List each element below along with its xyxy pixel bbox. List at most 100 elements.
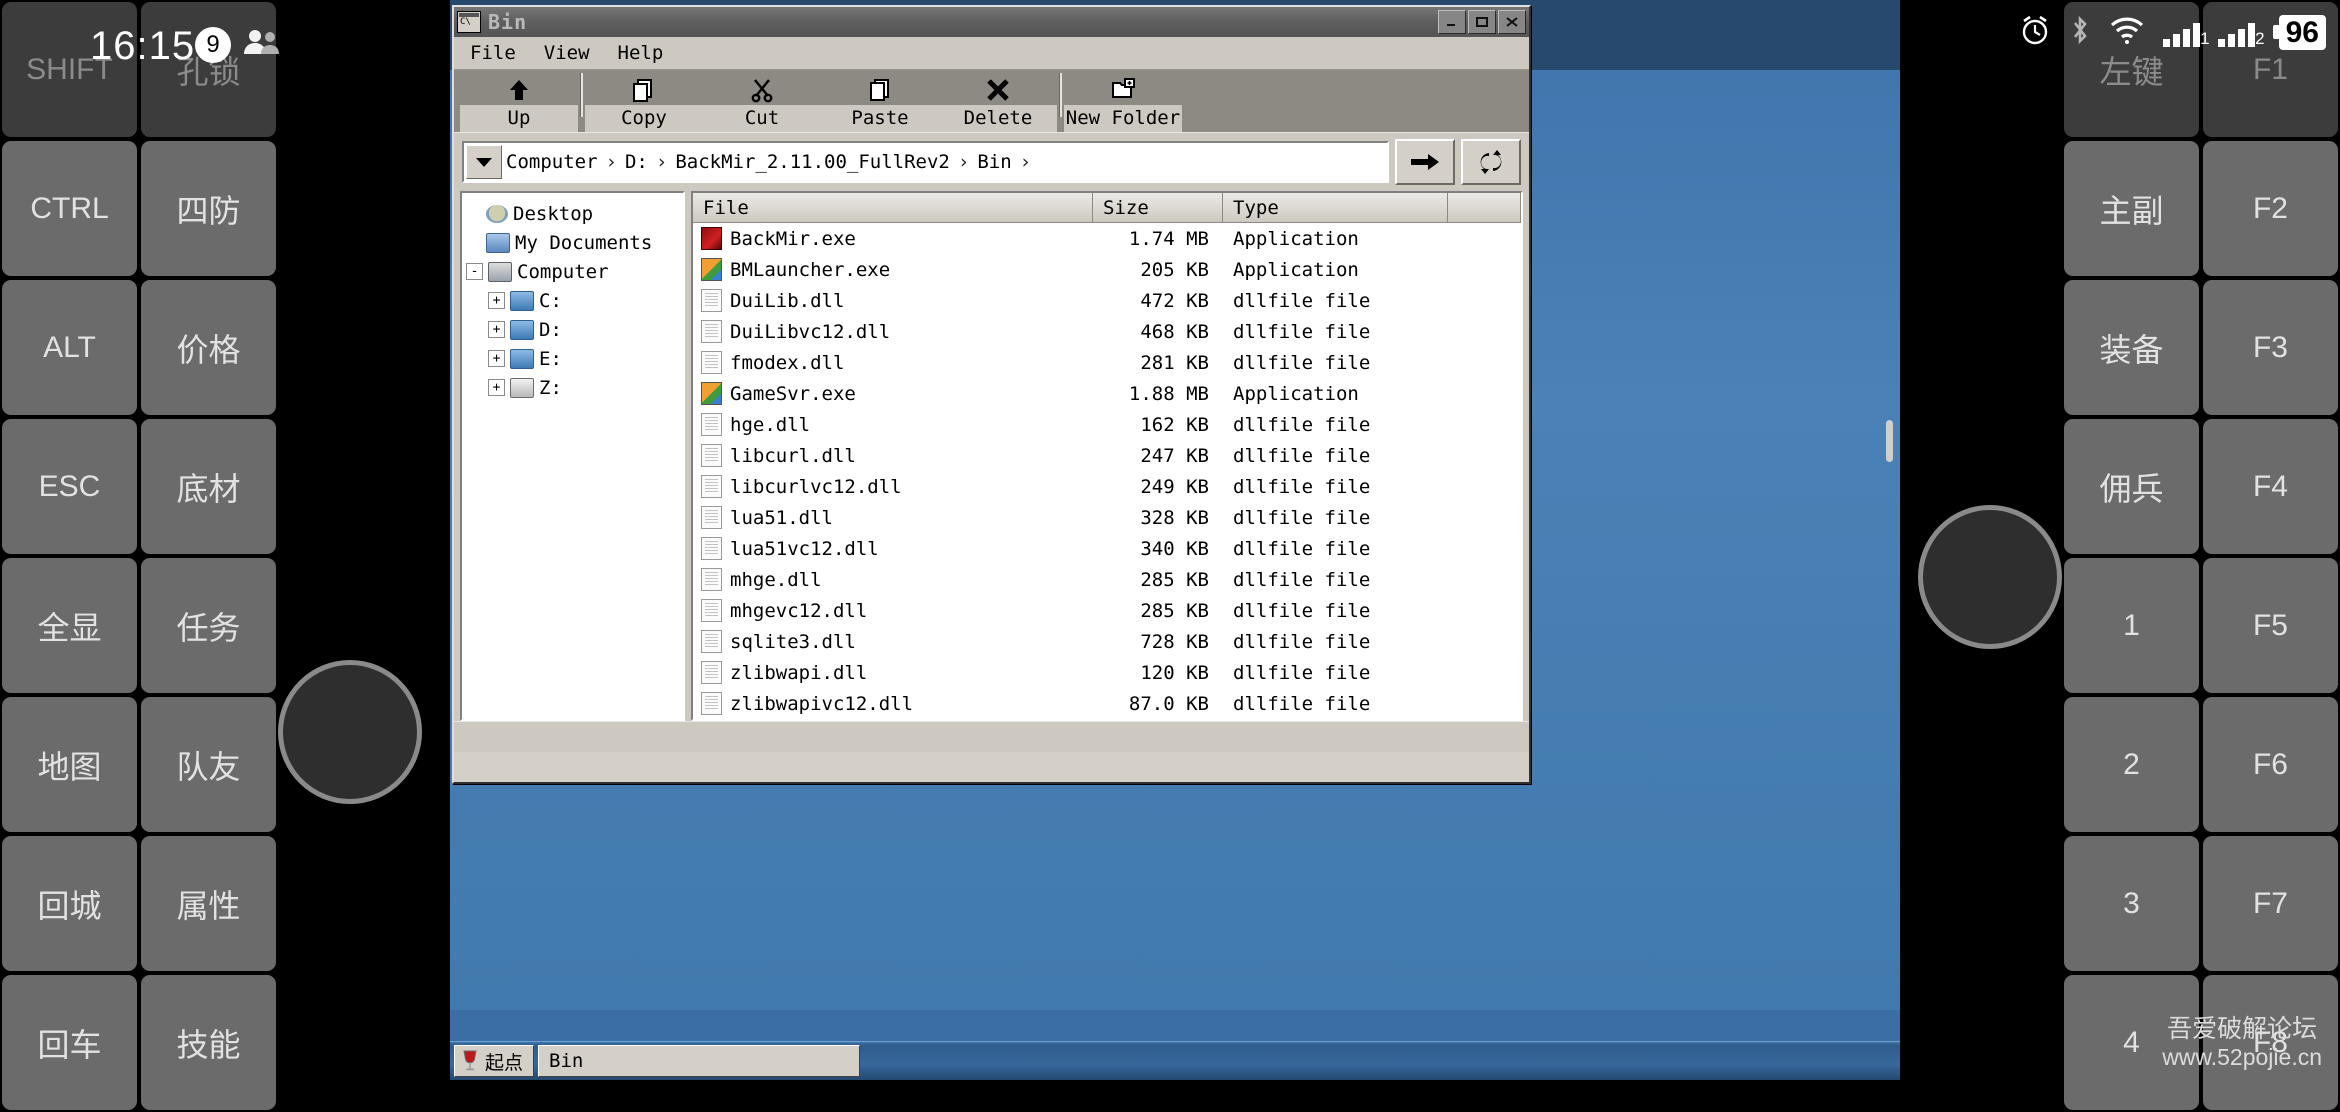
gamepad-key-right-14[interactable]: 4 [2064, 975, 2199, 1110]
taskbar-item-bin[interactable]: Bin [538, 1045, 861, 1077]
window-titlebar[interactable]: Bin [454, 7, 1529, 37]
breadcrumb-empty-area[interactable] [1035, 146, 1385, 178]
file-name-cell[interactable]: libcurl.dll [693, 444, 1093, 467]
gamepad-key-left-2[interactable]: CTRL [2, 141, 137, 276]
gamepad-key-left-0[interactable]: SHIFT [2, 2, 137, 137]
table-row[interactable]: libcurlvc12.dll 249 KB dllfile file [693, 471, 1521, 502]
gamepad-key-left-11[interactable]: 队友 [141, 697, 276, 832]
column-header-file[interactable]: File [693, 193, 1093, 222]
tree-node-drive-d[interactable]: + D: [466, 315, 679, 344]
gamepad-key-left-8[interactable]: 全显 [2, 558, 137, 693]
tree-node-drive-z[interactable]: + Z: [466, 373, 679, 402]
minimize-button[interactable] [1438, 10, 1466, 34]
table-row[interactable]: zlibwapi.dll 120 KB dllfile file [693, 657, 1521, 688]
gamepad-key-left-5[interactable]: 价格 [141, 280, 276, 415]
gamepad-key-right-2[interactable]: 主副 [2064, 141, 2199, 276]
tree-node-my-documents[interactable]: My Documents [466, 228, 679, 257]
file-name-cell[interactable]: BMLauncher.exe [693, 258, 1093, 281]
tree-expander-drive-d[interactable]: + [488, 321, 505, 338]
gamepad-key-right-6[interactable]: 佣兵 [2064, 419, 2199, 554]
toolbar-button-delete[interactable]: Delete [939, 70, 1057, 132]
column-header-size[interactable]: Size [1093, 193, 1223, 222]
gamepad-key-left-15[interactable]: 技能 [141, 975, 276, 1110]
table-row[interactable]: mhge.dll 285 KB dllfile file [693, 564, 1521, 595]
menu-item-file[interactable]: File [470, 42, 516, 64]
file-list-panel[interactable]: File Size Type BackMir.exe 1.74 MB Applica… [691, 191, 1523, 721]
gamepad-key-right-8[interactable]: 1 [2064, 558, 2199, 693]
breadcrumb-backmir[interactable]: BackMir_2.11.00_FullRev2 › [671, 146, 973, 178]
gamepad-key-right-15[interactable]: F8 [2203, 975, 2338, 1110]
file-name-cell[interactable]: libcurlvc12.dll [693, 475, 1093, 498]
go-button[interactable] [1395, 139, 1455, 185]
tree-expander-drive-e[interactable]: + [488, 350, 505, 367]
file-name-cell[interactable]: mhgevc12.dll [693, 599, 1093, 622]
table-row[interactable]: hge.dll 162 KB dllfile file [693, 409, 1521, 440]
toolbar-button-paste[interactable]: Paste [821, 70, 939, 132]
close-button[interactable] [1498, 10, 1526, 34]
breadcrumb-bin[interactable]: Bin › [973, 146, 1035, 178]
gamepad-key-left-6[interactable]: ESC [2, 419, 137, 554]
file-name-cell[interactable]: lua51vc12.dll [693, 537, 1093, 560]
file-name-cell[interactable]: GameSvr.exe [693, 382, 1093, 405]
breadcrumb-bar[interactable]: Computer › D: › BackMir_2.11.00_FullRev2… [462, 141, 1389, 183]
table-row[interactable]: lua51.dll 328 KB dllfile file [693, 502, 1521, 533]
toolbar-button-cut[interactable]: Cut [703, 70, 821, 132]
gamepad-key-left-1[interactable]: 孔锁 [141, 2, 276, 137]
gamepad-key-right-11[interactable]: F6 [2203, 697, 2338, 832]
file-name-cell[interactable]: zlibwapi.dll [693, 661, 1093, 684]
toolbar-button-copy[interactable]: Copy [585, 70, 703, 132]
gamepad-key-right-1[interactable]: F1 [2203, 2, 2338, 137]
tree-expander-drive-z[interactable]: + [488, 379, 505, 396]
gamepad-key-right-4[interactable]: 装备 [2064, 280, 2199, 415]
file-name-cell[interactable]: fmodex.dll [693, 351, 1093, 374]
start-button[interactable]: 起点 [454, 1045, 535, 1077]
gamepad-key-left-13[interactable]: 属性 [141, 836, 276, 971]
column-header-extra[interactable] [1448, 193, 1521, 222]
gamepad-key-left-9[interactable]: 任务 [141, 558, 276, 693]
virtual-joystick-left[interactable] [278, 660, 422, 804]
table-row[interactable]: mhgevc12.dll 285 KB dllfile file [693, 595, 1521, 626]
gamepad-key-right-10[interactable]: 2 [2064, 697, 2199, 832]
gamepad-key-right-3[interactable]: F2 [2203, 141, 2338, 276]
table-row[interactable]: BMLauncher.exe 205 KB Application [693, 254, 1521, 285]
gamepad-key-left-4[interactable]: ALT [2, 280, 137, 415]
chevron-down-icon[interactable] [466, 145, 502, 179]
file-name-cell[interactable]: hge.dll [693, 413, 1093, 436]
table-row[interactable]: DuiLib.dll 472 KB dllfile file [693, 285, 1521, 316]
tree-node-drive-c[interactable]: + C: [466, 286, 679, 315]
gamepad-key-left-7[interactable]: 底材 [141, 419, 276, 554]
tree-expander-drive-c[interactable]: + [488, 292, 505, 309]
file-name-cell[interactable]: DuiLibvc12.dll [693, 320, 1093, 343]
tree-node-drive-e[interactable]: + E: [466, 344, 679, 373]
tree-expander-my-documents[interactable] [466, 235, 481, 250]
gamepad-key-left-12[interactable]: 回城 [2, 836, 137, 971]
folder-tree-panel[interactable]: Desktop My Documents - Computer + C: + D… [460, 191, 685, 721]
table-row[interactable]: GameSvr.exe 1.88 MB Application [693, 378, 1521, 409]
gamepad-key-left-10[interactable]: 地图 [2, 697, 137, 832]
drag-handle-right[interactable] [1886, 420, 1893, 462]
table-row[interactable]: sqlite3.dll 728 KB dllfile file [693, 626, 1521, 657]
gamepad-key-right-7[interactable]: F4 [2203, 419, 2338, 554]
menu-item-help[interactable]: Help [618, 42, 664, 64]
table-row[interactable]: fmodex.dll 281 KB dllfile file [693, 347, 1521, 378]
column-header-type[interactable]: Type [1223, 193, 1448, 222]
breadcrumb-computer[interactable]: Computer › [502, 146, 621, 178]
table-row[interactable]: zlibwapivc12.dll 87.0 KB dllfile file [693, 688, 1521, 719]
table-row[interactable]: lua51vc12.dll 340 KB dllfile file [693, 533, 1521, 564]
toolbar-button-up[interactable]: Up [460, 70, 578, 132]
tree-expander-computer[interactable]: - [466, 263, 483, 280]
refresh-button[interactable] [1461, 139, 1521, 185]
table-row[interactable]: libcurl.dll 247 KB dllfile file [693, 440, 1521, 471]
gamepad-key-left-3[interactable]: 四防 [141, 141, 276, 276]
toolbar-button-new-folder[interactable]: New Folder [1064, 70, 1182, 132]
tree-node-computer[interactable]: - Computer [466, 257, 679, 286]
gamepad-key-left-14[interactable]: 回车 [2, 975, 137, 1110]
table-row[interactable]: DuiLibvc12.dll 468 KB dllfile file [693, 316, 1521, 347]
tree-node-desktop[interactable]: Desktop [466, 199, 679, 228]
table-row[interactable]: BackMir.exe 1.74 MB Application [693, 223, 1521, 254]
file-name-cell[interactable]: zlibwapivc12.dll [693, 692, 1093, 715]
virtual-joystick-right[interactable] [1918, 505, 2062, 649]
file-name-cell[interactable]: DuiLib.dll [693, 289, 1093, 312]
file-name-cell[interactable]: mhge.dll [693, 568, 1093, 591]
breadcrumb-drive-d[interactable]: D: › [621, 146, 671, 178]
